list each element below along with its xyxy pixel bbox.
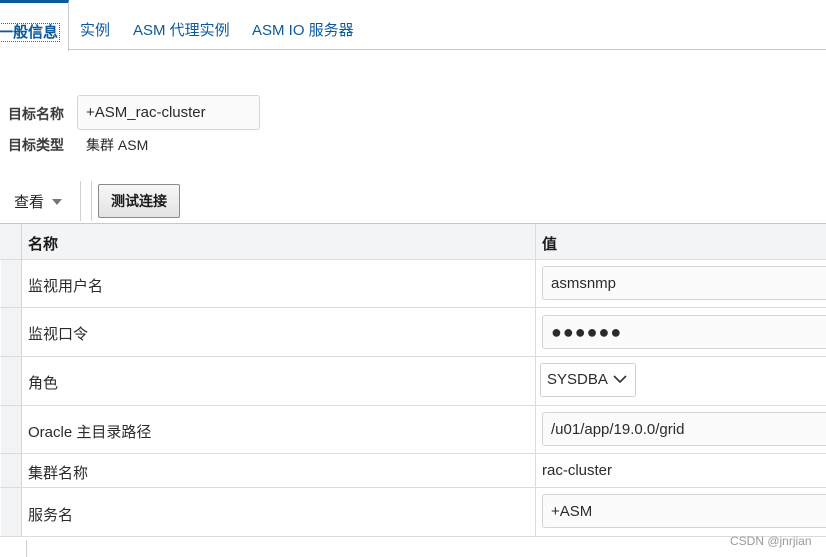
tab-bar: 一般信息 实例 ASM 代理实例 ASM IO 服务器 (0, 0, 826, 51)
cluster-name-value: rac-cluster (542, 462, 613, 479)
tab-asm-proxy-instances[interactable]: ASM 代理实例 (133, 0, 230, 50)
row-selector-header (1, 224, 22, 259)
row-name: Oracle 主目录路径 (28, 424, 152, 441)
table-row[interactable]: 监视口令 (0, 308, 826, 357)
row-name: 角色 (28, 375, 59, 392)
target-type-label: 目标类型 (8, 137, 64, 153)
toolbar-divider (80, 181, 81, 221)
footer-divider (26, 540, 27, 557)
column-divider (535, 488, 536, 536)
tab-instances[interactable]: 实例 (80, 0, 110, 50)
row-name: 服务名 (28, 507, 74, 524)
properties-table: 名称 值 监视用户名 监视口令 角色 SYSDBA Oracle 主目录路径 (0, 223, 826, 537)
view-menu-label: 查看 (14, 194, 45, 211)
table-row[interactable]: 服务名 (0, 488, 826, 537)
tab-asm-io-servers[interactable]: ASM IO 服务器 (252, 0, 354, 50)
view-menu[interactable]: 查看 (14, 191, 63, 212)
column-header-name: 名称 (28, 236, 59, 253)
row-selector[interactable] (1, 260, 22, 307)
table-row[interactable]: 监视用户名 (0, 260, 826, 308)
monitor-username-input[interactable] (542, 266, 826, 300)
row-selector[interactable] (1, 308, 22, 356)
column-divider (535, 308, 536, 356)
row-selector[interactable] (1, 406, 22, 453)
table-header-row: 名称 值 (0, 224, 826, 260)
role-select-value: SYSDBA (547, 371, 608, 388)
monitor-password-input[interactable] (542, 315, 826, 349)
tab-general-info-label: 一般信息 (0, 23, 61, 42)
test-connection-button[interactable]: 测试连接 (98, 184, 180, 218)
service-name-input[interactable] (542, 494, 826, 528)
column-header-value: 值 (542, 236, 558, 253)
watermark: CSDN @jnrjian (730, 534, 812, 548)
role-select[interactable]: SYSDBA (540, 363, 636, 397)
column-divider (535, 454, 536, 487)
row-name: 集群名称 (28, 465, 89, 482)
column-divider (535, 406, 536, 453)
row-selector[interactable] (1, 454, 22, 487)
column-divider (535, 357, 536, 405)
row-name: 监视用户名 (28, 278, 104, 295)
table-row[interactable]: Oracle 主目录路径 (0, 406, 826, 454)
target-name-input[interactable] (77, 95, 260, 130)
target-type-value: 集群 ASM (86, 137, 149, 153)
column-divider (535, 260, 536, 307)
chevron-down-icon (613, 375, 627, 384)
table-row[interactable]: 角色 SYSDBA (0, 357, 826, 406)
row-selector[interactable] (1, 357, 22, 405)
table-row[interactable]: 集群名称 rac-cluster (0, 454, 826, 488)
tab-general-info[interactable]: 一般信息 (0, 0, 69, 51)
target-name-label: 目标名称 (8, 106, 64, 122)
oracle-home-path-input[interactable] (542, 412, 826, 446)
row-selector[interactable] (1, 488, 22, 536)
row-name: 监视口令 (28, 326, 89, 343)
toolbar-divider (91, 181, 92, 221)
caret-down-icon (52, 199, 63, 205)
column-divider (535, 224, 536, 259)
